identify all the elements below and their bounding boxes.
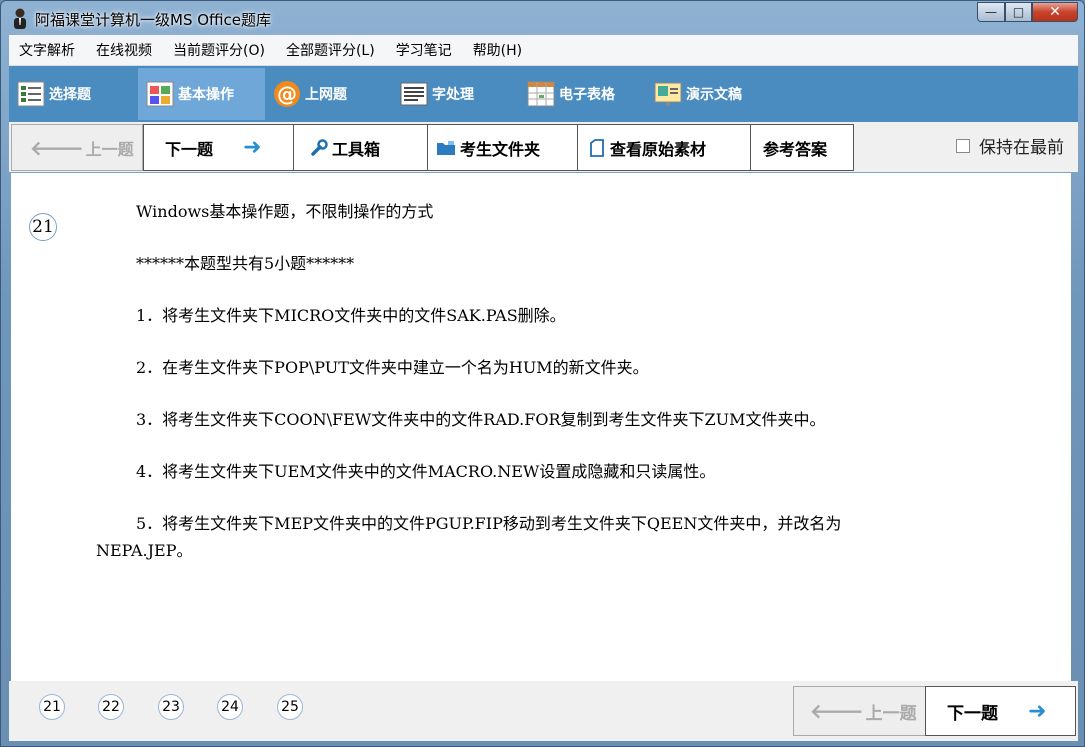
window-title: 阿福课堂计算机一级MS Office题库 — [35, 11, 272, 29]
page-button-21[interactable]: 21 — [39, 694, 65, 720]
title-bar: 阿福课堂计算机一级MS Office题库 — □ ✕ — [1, 1, 1084, 35]
next-question-label: 下一题 — [165, 139, 214, 159]
module-word[interactable]: 字处理 — [392, 68, 519, 120]
windows-grid-icon — [146, 81, 174, 107]
prev-question-label: 上一题 — [85, 139, 134, 159]
menu-bar: 文字解析 在线视频 当前题评分(O) 全部题评分(L) 学习笔记 帮助(H) — [9, 35, 1078, 66]
reference-answer-button[interactable]: 参考答案 — [750, 124, 854, 171]
menu-score-current[interactable]: 当前题评分(O) — [173, 40, 265, 60]
module-word-label: 字处理 — [432, 87, 474, 103]
at-sign-icon: @ — [274, 81, 300, 107]
bottom-bar: 21 22 23 24 25 🡐 上一题 下一题 ➜ — [9, 681, 1078, 741]
arrow-left-icon: 🡐 — [30, 135, 84, 160]
question-number-badge: 21 — [29, 213, 57, 241]
question-content: 21 Windows基本操作题，不限制操作的方式 ******本题型共有5小题*… — [11, 173, 1071, 681]
svg-text:@: @ — [277, 82, 297, 106]
bottom-prev-label: 上一题 — [865, 703, 917, 724]
module-excel[interactable]: 电子表格 — [519, 68, 646, 120]
menu-text-analysis[interactable]: 文字解析 — [19, 40, 75, 60]
arrow-left-icon: 🡐 — [810, 699, 864, 723]
next-question-button[interactable]: 下一题 ➜ — [143, 124, 294, 171]
module-internet-label: 上网题 — [305, 87, 347, 103]
bottom-next-button[interactable]: 下一题 ➜ — [925, 686, 1076, 736]
page-button-22[interactable]: 22 — [98, 694, 124, 720]
candidate-folder-button[interactable]: 考生文件夹 — [427, 124, 578, 171]
module-choice[interactable]: 选择题 — [9, 68, 138, 120]
keep-on-top-checkbox[interactable] — [956, 138, 970, 153]
minimize-button[interactable]: — — [977, 2, 1005, 22]
question-item-5-cont: NEPA.JEP。 — [96, 541, 193, 560]
app-window: 阿福课堂计算机一级MS Office题库 — □ ✕ 文字解析 在线视频 当前题… — [0, 0, 1085, 747]
spreadsheet-icon — [527, 81, 555, 107]
folder-icon — [437, 140, 455, 155]
minimize-icon: — — [985, 5, 997, 19]
presentation-icon — [654, 82, 682, 106]
question-item-5: 5．将考生文件夹下MEP文件夹中的文件PGUP.FIP移动到考生文件夹下QEEN… — [136, 514, 842, 533]
menu-score-all[interactable]: 全部题评分(L) — [286, 40, 375, 60]
question-count-line: ******本题型共有5小题****** — [136, 254, 355, 273]
module-internet[interactable]: @ 上网题 — [265, 68, 392, 120]
menu-study-notes[interactable]: 学习笔记 — [396, 40, 452, 60]
menu-help[interactable]: 帮助(H) — [473, 40, 522, 60]
prev-question-button[interactable]: 🡐 上一题 — [11, 124, 143, 171]
file-icon — [590, 138, 604, 157]
question-item-2: 2．在考生文件夹下POP\PUT文件夹中建立一个名为HUM的新文件夹。 — [136, 358, 649, 377]
view-material-label: 查看原始素材 — [610, 139, 707, 159]
module-excel-label: 电子表格 — [559, 87, 615, 103]
page-button-23[interactable]: 23 — [158, 694, 184, 720]
module-ppt-label: 演示文稿 — [686, 87, 742, 103]
menu-online-video[interactable]: 在线视频 — [96, 40, 152, 60]
question-item-3: 3．将考生文件夹下COON\FEW文件夹中的文件RAD.FOR复制到考生文件夹下… — [136, 410, 826, 429]
maximize-icon: □ — [1012, 5, 1025, 19]
module-ppt[interactable]: 演示文稿 — [646, 68, 776, 120]
question-intro: Windows基本操作题，不限制操作的方式 — [136, 202, 434, 221]
module-basic[interactable]: 基本操作 — [138, 68, 265, 120]
action-toolbar: 🡐 上一题 下一题 ➜ 工具箱 考生文件夹 查看原始素材 参考答案 保持在最前 — [9, 122, 1078, 172]
module-basic-label: 基本操作 — [178, 87, 234, 103]
close-button[interactable]: ✕ — [1032, 2, 1078, 22]
reference-answer-label: 参考答案 — [763, 139, 828, 159]
arrow-right-icon: ➜ — [243, 135, 262, 160]
toolbox-button[interactable]: 工具箱 — [293, 124, 428, 171]
keep-on-top-label: 保持在最前 — [979, 138, 1064, 158]
bottom-prev-button[interactable]: 🡐 上一题 — [793, 686, 926, 736]
module-choice-label: 选择题 — [49, 87, 91, 103]
view-material-button[interactable]: 查看原始素材 — [577, 124, 751, 171]
module-bar: 选择题 基本操作 @ 上网题 字处理 电子表格 演示文稿 — [9, 66, 1078, 122]
close-icon: ✕ — [1049, 4, 1061, 20]
arrow-right-icon: ➜ — [1028, 698, 1047, 724]
checklist-icon — [17, 81, 45, 107]
maximize-button[interactable]: □ — [1005, 2, 1032, 22]
question-item-4: 4．将考生文件夹下UEM文件夹中的文件MACRO.NEW设置成隐藏和只读属性。 — [136, 462, 716, 481]
wrench-icon — [311, 138, 328, 156]
toolbox-label: 工具箱 — [332, 139, 381, 159]
page-button-25[interactable]: 25 — [277, 694, 303, 720]
app-person-icon — [14, 8, 26, 29]
bottom-next-label: 下一题 — [947, 703, 998, 724]
document-icon — [400, 82, 428, 106]
keep-on-top-option[interactable]: 保持在最前 — [956, 133, 1064, 158]
page-button-24[interactable]: 24 — [217, 694, 243, 720]
question-item-1: 1．将考生文件夹下MICRO文件夹中的文件SAK.PAS删除。 — [136, 306, 566, 325]
candidate-folder-label: 考生文件夹 — [460, 139, 541, 159]
